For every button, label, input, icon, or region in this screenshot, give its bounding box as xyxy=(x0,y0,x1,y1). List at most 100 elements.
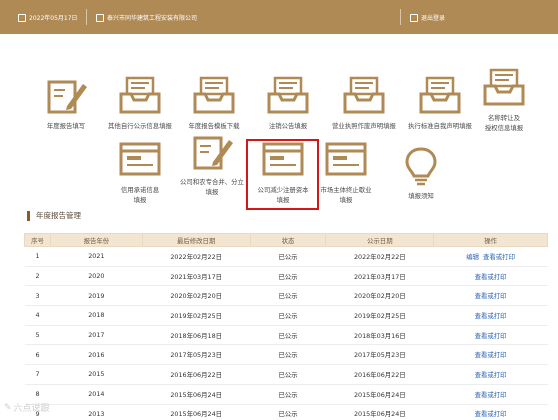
table-row: 8 2014 2015年06月24日 已公示 2015年06月24日 查看或打印 xyxy=(24,384,548,405)
cell-modified: 2019年02月25日 xyxy=(142,305,251,326)
col-header-published: 公示日期 xyxy=(325,233,435,247)
table-row: 1 2021 2022年02月22日 已公示 2022年02月22日 编辑 查看或… xyxy=(24,246,548,267)
cell-modified: 2021年03月17日 xyxy=(142,266,251,287)
divider xyxy=(86,9,87,25)
tile-filing-instructions[interactable]: 填报须知 xyxy=(374,146,468,201)
cell-index: 2 xyxy=(24,266,51,287)
browser-form-icon xyxy=(325,142,367,176)
cell-year: 2017 xyxy=(50,325,143,346)
cell-year: 2018 xyxy=(50,305,143,326)
watermark-text: 六点说跟 xyxy=(13,404,50,414)
cell-published: 2015年06月24日 xyxy=(325,384,434,405)
edit-document-icon xyxy=(193,136,233,170)
col-header-actions: 操作 xyxy=(433,233,548,247)
cell-index: 1 xyxy=(24,246,51,267)
cell-status: 已公示 xyxy=(250,404,326,420)
cell-year: 2013 xyxy=(50,404,143,420)
edit-link[interactable]: 编辑 xyxy=(466,253,479,261)
tray-list-icon xyxy=(119,76,161,114)
view-print-link[interactable]: 查看或打印 xyxy=(475,332,507,340)
cell-modified: 2015年06月24日 xyxy=(142,404,251,420)
cell-status: 已公示 xyxy=(250,384,326,405)
cell-published: 2019年02月25日 xyxy=(325,305,434,326)
view-print-link[interactable]: 查看或打印 xyxy=(475,371,507,379)
cell-published: 2020年02月20日 xyxy=(325,285,434,307)
cell-actions: 查看或打印 xyxy=(433,325,548,346)
cell-published: 2017年05月23日 xyxy=(325,344,434,366)
cell-actions: 查看或打印 xyxy=(433,364,548,385)
section-header: 年度报告管理 xyxy=(27,210,81,221)
cell-index: 7 xyxy=(24,364,51,385)
table-row: 3 2019 2020年02月20日 已公示 2020年02月20日 查看或打印 xyxy=(24,285,548,307)
view-print-link[interactable]: 查看或打印 xyxy=(475,312,507,320)
cell-modified: 2022年02月22日 xyxy=(142,246,251,267)
tile-label-line2: 授权信息填报 xyxy=(484,124,524,132)
cell-status: 已公示 xyxy=(250,325,326,346)
date-text: 2022年05月17日 xyxy=(29,15,78,22)
cell-year: 2014 xyxy=(50,384,143,405)
view-print-link[interactable]: 查看或打印 xyxy=(483,253,515,261)
cell-year: 2020 xyxy=(50,266,143,287)
cell-status: 已公示 xyxy=(250,246,326,267)
date-display: 2022年05月17日 xyxy=(18,13,78,22)
tray-list-icon xyxy=(193,76,235,114)
cell-published: 2021年03月17日 xyxy=(325,266,434,287)
table-header-row: 序号 报告年份 最后修改日期 状态 公示日期 操作 xyxy=(24,233,548,247)
cell-modified: 2017年05月23日 xyxy=(142,344,251,366)
view-print-link[interactable]: 查看或打印 xyxy=(475,351,507,359)
view-print-link[interactable]: 查看或打印 xyxy=(475,273,507,281)
company-name: 泰兴市同华建筑工程安装有限公司 xyxy=(107,15,198,22)
cell-published: 2015年06月24日 xyxy=(325,404,434,420)
table-row: 2 2020 2021年03月17日 已公示 2021年03月17日 查看或打印 xyxy=(24,266,548,287)
calendar-icon xyxy=(18,13,26,22)
col-header-modified: 最后修改日期 xyxy=(141,233,251,247)
cell-actions: 查看或打印 xyxy=(433,384,548,405)
cell-status: 已公示 xyxy=(250,344,326,366)
table-row: 4 2018 2019年02月25日 已公示 2019年02月25日 查看或打印 xyxy=(24,305,548,326)
cell-year: 2021 xyxy=(50,246,143,267)
highlight-box xyxy=(246,139,319,210)
tray-list-icon xyxy=(267,76,309,114)
tray-list-icon xyxy=(483,68,525,106)
watermark: ✎ 六点说跟 xyxy=(4,401,50,415)
annual-report-table: 序号 报告年份 最后修改日期 状态 公示日期 操作 1 2021 2022年02… xyxy=(24,233,548,420)
cell-actions: 编辑 查看或打印 xyxy=(433,246,548,267)
col-header-index: 序号 xyxy=(24,233,51,247)
cell-year: 2019 xyxy=(50,285,143,307)
col-header-year: 报告年份 xyxy=(49,233,143,247)
cell-modified: 2015年06月24日 xyxy=(142,384,251,405)
cell-published: 2022年02月22日 xyxy=(325,246,434,267)
cell-actions: 查看或打印 xyxy=(433,344,548,366)
section-title: 年度报告管理 xyxy=(36,211,81,220)
cell-status: 已公示 xyxy=(250,285,326,307)
tile-name-transfer[interactable]: 名称转让及 授权信息填报 xyxy=(457,68,551,133)
table-row: 5 2017 2018年06月18日 已公示 2018年03月16日 查看或打印 xyxy=(24,325,548,346)
cell-index: 4 xyxy=(24,305,51,326)
cell-modified: 2020年02月20日 xyxy=(142,285,251,307)
cell-year: 2015 xyxy=(50,364,143,385)
cell-index: 3 xyxy=(24,285,51,307)
view-print-link[interactable]: 查看或打印 xyxy=(475,391,507,399)
view-print-link[interactable]: 查看或打印 xyxy=(475,410,507,418)
cell-published: 2018年03月16日 xyxy=(325,325,434,346)
watermark-logo-icon: ✎ xyxy=(4,402,12,413)
table-row: 7 2015 2016年06月22日 已公示 2016年06月22日 查看或打印 xyxy=(24,364,548,385)
cell-actions: 查看或打印 xyxy=(433,305,548,326)
cell-status: 已公示 xyxy=(250,266,326,287)
edit-document-icon xyxy=(47,80,87,114)
building-icon xyxy=(96,13,104,22)
tile-label: 填报须知 xyxy=(408,192,434,200)
col-header-status: 状态 xyxy=(249,233,327,247)
view-print-link[interactable]: 查看或打印 xyxy=(475,292,507,300)
cell-actions: 查看或打印 xyxy=(433,266,548,287)
cell-actions: 查看或打印 xyxy=(433,404,548,420)
cell-year: 2016 xyxy=(50,344,143,366)
table-row: 9 2013 2015年06月24日 已公示 2015年06月24日 查看或打印 xyxy=(24,404,548,420)
cell-published: 2016年06月22日 xyxy=(325,364,434,385)
logout-label: 退出登录 xyxy=(421,15,446,22)
cell-actions: 查看或打印 xyxy=(433,285,548,307)
cell-modified: 2016年06月22日 xyxy=(142,364,251,385)
cell-status: 已公示 xyxy=(250,305,326,326)
cell-status: 已公示 xyxy=(250,364,326,385)
logout-button[interactable]: 退出登录 xyxy=(410,13,445,22)
